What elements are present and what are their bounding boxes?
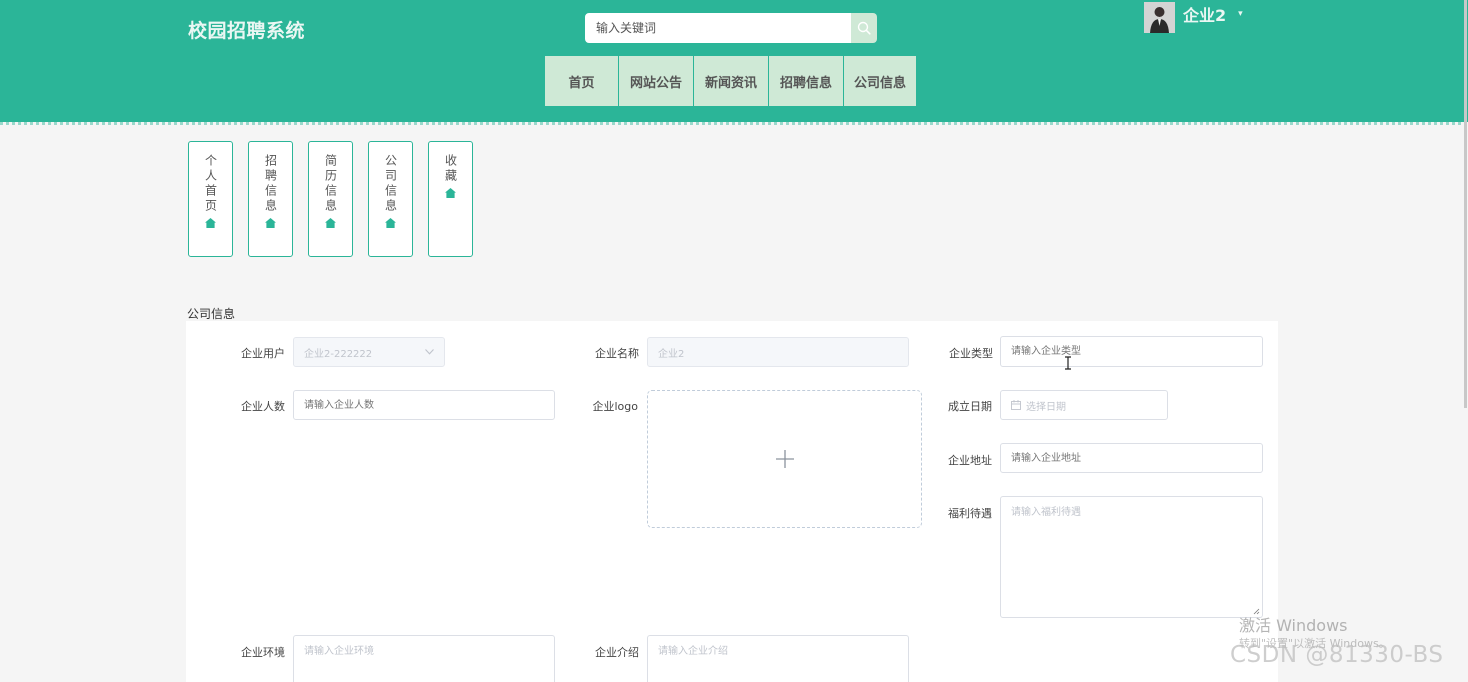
side-item-profile[interactable]: 个人首页: [188, 141, 233, 257]
home-icon: [325, 218, 336, 228]
avatar[interactable]: [1144, 1, 1175, 33]
nav-item-announcements[interactable]: 网站公告: [619, 56, 694, 106]
side-item-resumes[interactable]: 简历信息: [308, 141, 353, 257]
founded-date-label: 成立日期: [948, 400, 992, 413]
benefits-textarea[interactable]: 请输入福利待遇: [1000, 496, 1263, 618]
section-title: 公司信息: [187, 307, 236, 321]
search-icon: [857, 21, 871, 35]
side-item-label: 公司信息: [383, 154, 398, 214]
logo-upload[interactable]: [647, 390, 922, 528]
introduction-textarea[interactable]: 请输入企业介绍: [647, 635, 909, 682]
founded-date-picker[interactable]: 选择日期: [1000, 390, 1168, 420]
environment-textarea[interactable]: 请输入企业环境: [293, 635, 555, 682]
search-button[interactable]: [851, 13, 877, 43]
user-menu[interactable]: 企业2 ▾: [1144, 1, 1243, 33]
benefits-label: 福利待遇: [948, 507, 992, 520]
nav-item-jobs[interactable]: 招聘信息: [769, 56, 844, 106]
environment-label: 企业环境: [241, 646, 285, 659]
caret-down-icon[interactable]: ▾: [1238, 9, 1243, 19]
company-size-label: 企业人数: [241, 400, 285, 413]
text-cursor-icon: [1065, 356, 1071, 370]
company-user-value: 企业2-222222: [304, 348, 373, 360]
site-title[interactable]: 校园招聘系统: [188, 16, 305, 43]
benefits-placeholder: 请输入福利待遇: [1011, 507, 1081, 518]
top-header: 校园招聘系统 企业2 ▾ 首页 网站公告 新闻资讯 招聘信息 公司信息: [0, 0, 1468, 125]
company-name-field: 企业2: [647, 337, 909, 367]
company-size-input[interactable]: [293, 390, 555, 420]
company-user-label: 企业用户: [241, 347, 285, 360]
csdn-watermark: CSDN @81330-BS: [1230, 642, 1444, 668]
windows-activation-title: 激活 Windows: [1239, 616, 1348, 635]
nav-item-companies[interactable]: 公司信息: [844, 56, 916, 106]
calendar-icon: [1011, 400, 1021, 410]
plus-icon: [775, 450, 794, 468]
search-bar: [585, 13, 877, 43]
side-item-favorites[interactable]: 收藏: [428, 141, 473, 257]
home-icon: [385, 218, 396, 228]
home-icon: [445, 188, 456, 198]
company-type-label: 企业类型: [949, 347, 993, 360]
environment-placeholder: 请输入企业环境: [304, 646, 374, 657]
company-name-label: 企业名称: [595, 347, 639, 360]
introduction-placeholder: 请输入企业介绍: [658, 646, 728, 657]
main-nav: 首页 网站公告 新闻资讯 招聘信息 公司信息: [545, 56, 916, 106]
company-user-select: 企业2-222222: [293, 337, 445, 367]
nav-item-home[interactable]: 首页: [545, 56, 619, 106]
company-type-input[interactable]: [1000, 336, 1263, 367]
side-menu: 个人首页 招聘信息 简历信息 公司信息 收藏: [188, 141, 473, 257]
side-item-label: 简历信息: [323, 154, 338, 214]
side-item-label: 个人首页: [203, 154, 218, 214]
side-item-label: 收藏: [443, 154, 458, 184]
company-logo-label: 企业logo: [592, 400, 639, 413]
nav-item-news[interactable]: 新闻资讯: [694, 56, 769, 106]
home-icon: [265, 218, 276, 228]
home-icon: [205, 218, 216, 228]
side-item-company-info[interactable]: 公司信息: [368, 141, 413, 257]
company-address-label: 企业地址: [948, 454, 992, 467]
side-item-jobs[interactable]: 招聘信息: [248, 141, 293, 257]
user-name[interactable]: 企业2: [1183, 2, 1226, 26]
page-scrollbar[interactable]: [1464, 0, 1467, 408]
search-input[interactable]: [585, 13, 851, 43]
side-item-label: 招聘信息: [263, 154, 278, 214]
introduction-label: 企业介绍: [595, 646, 639, 659]
chevron-down-icon: [425, 349, 434, 355]
founded-date-placeholder: 选择日期: [1026, 401, 1066, 413]
company-address-input[interactable]: [1000, 443, 1263, 473]
